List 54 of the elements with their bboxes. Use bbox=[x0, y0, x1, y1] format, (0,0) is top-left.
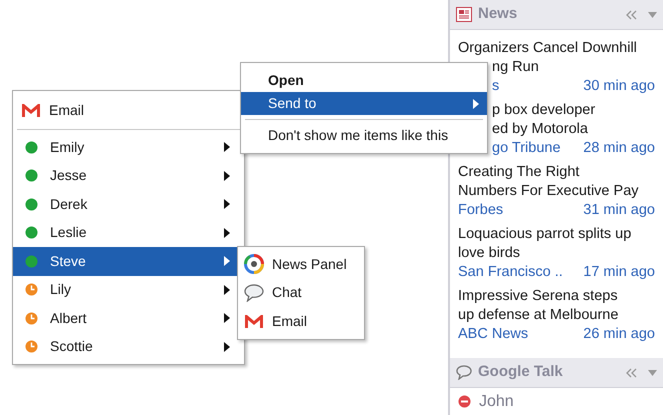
headline-text[interactable]: Loquacious parrot splits up bbox=[458, 225, 655, 244]
contact-item[interactable]: Derek bbox=[13, 190, 244, 218]
collapse-icon[interactable] bbox=[626, 10, 638, 20]
panel-header: Google Talk bbox=[450, 358, 663, 388]
clock-status-icon bbox=[25, 312, 38, 325]
panel-header: News bbox=[450, 0, 663, 30]
submenu-arrow-icon bbox=[224, 142, 230, 152]
status-icon bbox=[25, 226, 38, 240]
dropdown-icon[interactable] bbox=[648, 12, 657, 18]
submenu-arrow-icon bbox=[224, 199, 230, 210]
submenu-arrow-icon bbox=[224, 256, 230, 266]
contact-item[interactable]: Jesse bbox=[13, 162, 244, 190]
time-text: 30 min ago bbox=[583, 77, 655, 96]
status-icon bbox=[25, 254, 38, 268]
submenu-arrow-icon bbox=[224, 313, 230, 324]
clock-status-icon bbox=[25, 283, 38, 296]
menu-item[interactable]: Don't show me items like this bbox=[241, 124, 487, 147]
headline-text[interactable]: Impressive Serena steps bbox=[458, 287, 655, 306]
busy-status-icon bbox=[458, 395, 471, 408]
speech-bubble-icon bbox=[244, 284, 264, 302]
collapse-icon[interactable] bbox=[626, 368, 638, 378]
source-link[interactable]: San Francisco .. bbox=[458, 263, 563, 282]
source-link[interactable]: Forbes bbox=[458, 201, 504, 220]
menu-item[interactable]: Email bbox=[13, 94, 244, 126]
submenu-arrow-icon bbox=[224, 284, 230, 295]
source-link[interactable]: ABC News bbox=[458, 325, 528, 344]
headline-text[interactable]: love birds bbox=[458, 244, 655, 263]
swirl-icon bbox=[244, 254, 264, 274]
headline-text[interactable]: Organizers Cancel Downhill bbox=[458, 39, 655, 58]
clock-status-icon bbox=[25, 340, 38, 354]
status-icon bbox=[25, 169, 38, 182]
submenu-arrow-icon bbox=[224, 170, 230, 181]
submenu-arrow-icon bbox=[224, 342, 230, 352]
time-text: 26 min ago bbox=[583, 325, 655, 344]
mail-icon bbox=[21, 102, 41, 118]
headline-text[interactable]: Creating The Right bbox=[458, 163, 655, 182]
speech-bubble-icon bbox=[456, 365, 472, 380]
contact-item[interactable]: Scottie bbox=[13, 332, 244, 361]
submenu-arrow-icon bbox=[224, 228, 230, 238]
mail-icon bbox=[244, 314, 264, 329]
status-icon bbox=[25, 198, 38, 211]
newspaper-icon bbox=[456, 7, 472, 22]
time-text: 17 min ago bbox=[583, 263, 655, 282]
headline-text[interactable]: Numbers For Executive Pay bbox=[458, 182, 655, 201]
menu-item[interactable]: Send to bbox=[241, 92, 487, 115]
contact-item[interactable]: Emily bbox=[13, 133, 244, 162]
headline-text[interactable]: up defense at Melbourne bbox=[458, 306, 655, 325]
submenu-arrow-icon bbox=[473, 98, 479, 108]
menu-item[interactable]: Open bbox=[241, 69, 487, 92]
time-text: 28 min ago bbox=[583, 139, 655, 158]
status-icon bbox=[25, 140, 38, 154]
contact-item[interactable]: Leslie bbox=[13, 218, 244, 247]
time-text: 31 min ago bbox=[583, 201, 655, 220]
dropdown-icon[interactable] bbox=[648, 370, 657, 376]
